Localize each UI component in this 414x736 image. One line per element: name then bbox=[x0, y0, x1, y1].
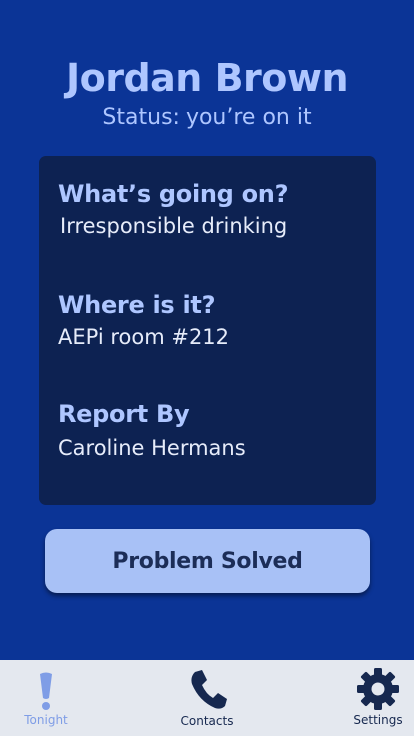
tab-settings[interactable]: Settings bbox=[328, 660, 414, 736]
exclamation-icon bbox=[40, 672, 52, 710]
status-line: Status: you’re on it bbox=[0, 102, 414, 134]
tab-bar: Tonight Contacts Settings bbox=[0, 660, 414, 736]
responder-name: Jordan Brown bbox=[65, 56, 349, 100]
tab-contacts-label: Contacts bbox=[180, 714, 234, 728]
what-label: What’s going on? bbox=[58, 180, 289, 208]
tab-contacts[interactable]: Contacts bbox=[157, 660, 257, 736]
status-prefix: Status: bbox=[102, 105, 180, 130]
status-value: you’re on it bbox=[185, 105, 312, 130]
tab-settings-label: Settings bbox=[353, 713, 403, 727]
incident-screen: Jordan Brown Status: you’re on it What’s … bbox=[0, 0, 414, 660]
problem-solved-button[interactable]: Problem Solved bbox=[45, 529, 370, 593]
phone-icon bbox=[191, 670, 227, 709]
tab-tonight-label: Tonight bbox=[24, 713, 68, 727]
gear-icon bbox=[357, 668, 399, 710]
incident-details-card: What’s going on? Irresponsible drinking … bbox=[39, 156, 376, 505]
where-value: AEPi room #212 bbox=[58, 325, 230, 349]
tab-tonight[interactable]: Tonight bbox=[0, 660, 96, 736]
reporter-label: Report By bbox=[58, 400, 190, 428]
where-label: Where is it? bbox=[58, 291, 216, 319]
what-value: Irresponsible drinking bbox=[60, 214, 288, 238]
reporter-value: Caroline Hermans bbox=[58, 436, 246, 460]
